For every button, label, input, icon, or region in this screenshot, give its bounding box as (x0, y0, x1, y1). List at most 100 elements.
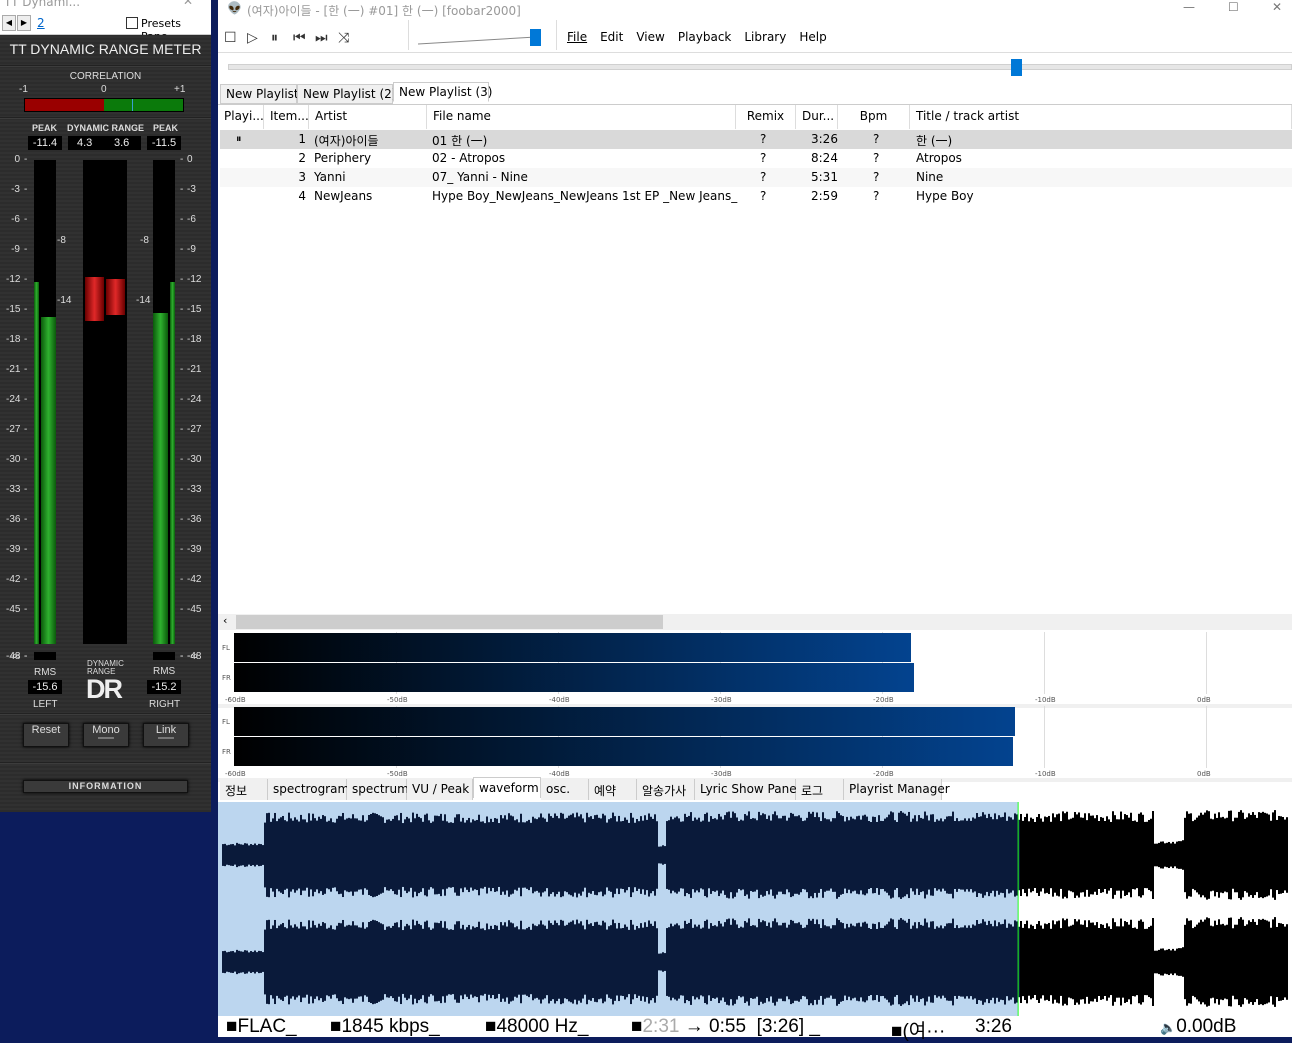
scale-label-right: -45 (187, 604, 202, 615)
left-clip-indicator (34, 652, 56, 660)
column-header[interactable]: Artist (309, 105, 427, 129)
cell-dur: 5:31 (811, 170, 838, 184)
reset-button[interactable]: Reset (23, 723, 69, 747)
vu-tick-label: -50dB (387, 696, 408, 704)
menu-view[interactable]: View (636, 30, 664, 44)
bottom-tab[interactable]: 알송가사 (637, 779, 695, 800)
scale-label-right: -27 (187, 424, 202, 435)
volume-readout[interactable]: 🔈0.00dB (1160, 1016, 1236, 1038)
menu-bar: File Edit View Playback Library Help (567, 30, 840, 44)
scale-label-right: -6 (187, 214, 196, 225)
tick: - (24, 574, 28, 585)
playlist-tab[interactable]: New Playlist (3) (393, 82, 492, 102)
bottom-tab[interactable]: spectrum (347, 779, 409, 800)
menu-library[interactable]: Library (744, 30, 786, 44)
vu-tick-label: 0dB (1197, 770, 1211, 778)
tick: - (180, 304, 184, 315)
bitrate: ■1845 kbps_ (330, 1016, 440, 1037)
playlist-row[interactable]: 3 Yanni 07_ Yanni - Nine? 5:31? Nine (220, 168, 1292, 187)
cell-remix: ? (760, 151, 767, 165)
correlation-bar (24, 98, 184, 112)
playlist-row[interactable]: ⏸ 1 (여자)아이들 01 한 (一)? 3:26? 한 (一) (220, 130, 1292, 149)
playlist-tab[interactable]: New Playlist (220, 84, 299, 104)
channel-label: FR (222, 748, 231, 756)
scale-label-left: 0 (14, 154, 20, 165)
pause-icon[interactable]: ⏸ (271, 30, 278, 46)
playlist-row[interactable]: 4 NewJeans Hype Boy_NewJeans_NewJeans 1st … (220, 187, 1292, 206)
bottom-tab[interactable]: spectrogram (268, 779, 349, 800)
bottom-tab[interactable]: 정보 (220, 779, 268, 800)
cell-title: Nine (916, 170, 944, 184)
minimize-icon[interactable]: — (1183, 0, 1195, 14)
random-icon[interactable]: ⤨ (338, 30, 349, 46)
window-title: TT Dynami... ✕ (0, 0, 211, 12)
stop-icon[interactable]: ☐ (224, 30, 237, 46)
correlation-min: -1 (19, 84, 28, 95)
scroll-left-icon[interactable]: ‹ (223, 614, 227, 627)
scale-label-right: -30 (187, 454, 202, 465)
horizontal-scrollbar[interactable]: ‹ (218, 614, 1292, 630)
presets-checkbox[interactable] (126, 17, 138, 29)
vu-bar-fr (234, 737, 1014, 766)
cell-bpm: ? (873, 132, 880, 146)
menu-playback[interactable]: Playback (678, 30, 732, 44)
menu-help[interactable]: Help (799, 30, 826, 44)
menu-edit[interactable]: Edit (600, 30, 623, 44)
previous-icon[interactable]: ⏮ (293, 30, 306, 46)
vu-tick-label: -30dB (711, 696, 732, 704)
cell-dur: 8:24 (811, 151, 838, 165)
column-header[interactable]: Dur... (796, 105, 838, 129)
next-icon[interactable]: ⏭ (315, 30, 328, 46)
vu-tick-label: -10dB (1035, 770, 1056, 778)
bottom-tab[interactable]: waveform (473, 777, 541, 798)
scale-label-left: -12 (6, 274, 21, 285)
bottom-tab[interactable]: Playrist Manager (844, 779, 950, 800)
scale-label-right: -33 (187, 484, 202, 495)
scale-label-right: -36 (187, 514, 202, 525)
column-header[interactable]: Bpm (838, 105, 910, 129)
mono-label: Mono (92, 724, 120, 736)
tick: - (180, 544, 184, 555)
vu-tick-label: -30dB (711, 770, 732, 778)
bottom-tab[interactable]: osc. (541, 779, 589, 800)
scale-label-right: -12 (187, 274, 202, 285)
waveform-seekbar[interactable] (218, 802, 1292, 1016)
bottom-tab[interactable]: 로그 (796, 779, 844, 800)
bottom-tab[interactable]: 예약 (589, 779, 637, 800)
cell-item: 4 (298, 189, 306, 203)
vu-tick-label: -60dB (225, 770, 246, 778)
scale-label-left: -33 (6, 484, 21, 495)
prev-page-button[interactable]: ◀ (2, 15, 16, 31)
tick: - (180, 424, 184, 435)
volume-slider[interactable] (417, 29, 541, 46)
bottom-tab[interactable]: Lyric Show Panel (695, 779, 800, 800)
seek-bar[interactable] (228, 59, 1292, 76)
column-header[interactable]: File name (427, 105, 736, 129)
meter-panel: TT DYNAMIC RANGE METER CORRELATION -1 0 … (0, 35, 211, 812)
column-header[interactable]: Title / track artist (910, 105, 1292, 129)
mono-button[interactable]: Mono (83, 723, 129, 747)
maximize-icon[interactable]: ☐ (1228, 0, 1239, 14)
information-button[interactable]: INFORMATION (23, 780, 188, 793)
scrollbar-thumb[interactable] (236, 615, 663, 629)
menu-file[interactable]: File (567, 30, 587, 44)
column-header[interactable]: Playi... (218, 105, 264, 129)
close-icon[interactable]: ✕ (1272, 0, 1282, 14)
next-page-button[interactable]: ▶ (17, 15, 31, 31)
play-icon[interactable]: ▷ (247, 30, 258, 46)
seek-thumb[interactable] (1011, 59, 1023, 76)
status-bar: ■FLAC_ ■1845 kbps_ ■48000 Hz_ ■2:31 → 0:… (218, 1016, 1292, 1042)
cell-remix: ? (760, 189, 767, 203)
column-header[interactable]: Item... (264, 105, 309, 129)
tick: - (180, 484, 184, 495)
page-link[interactable]: 2 (37, 16, 45, 30)
playlist-row[interactable]: 2 Periphery 02 - Atropos? 8:24? Atropos (220, 149, 1292, 168)
cell-file: 01 한 (一) (432, 134, 488, 148)
playlist-tab[interactable]: New Playlist (2) (297, 84, 396, 104)
column-header[interactable]: Remix (736, 105, 796, 129)
correlation-needle (131, 99, 133, 111)
bottom-tab[interactable]: VU / Peak (407, 779, 473, 800)
link-button[interactable]: Link (143, 723, 189, 747)
cell-title: 한 (一) (916, 134, 953, 148)
close-icon[interactable]: ✕ (183, 0, 193, 8)
